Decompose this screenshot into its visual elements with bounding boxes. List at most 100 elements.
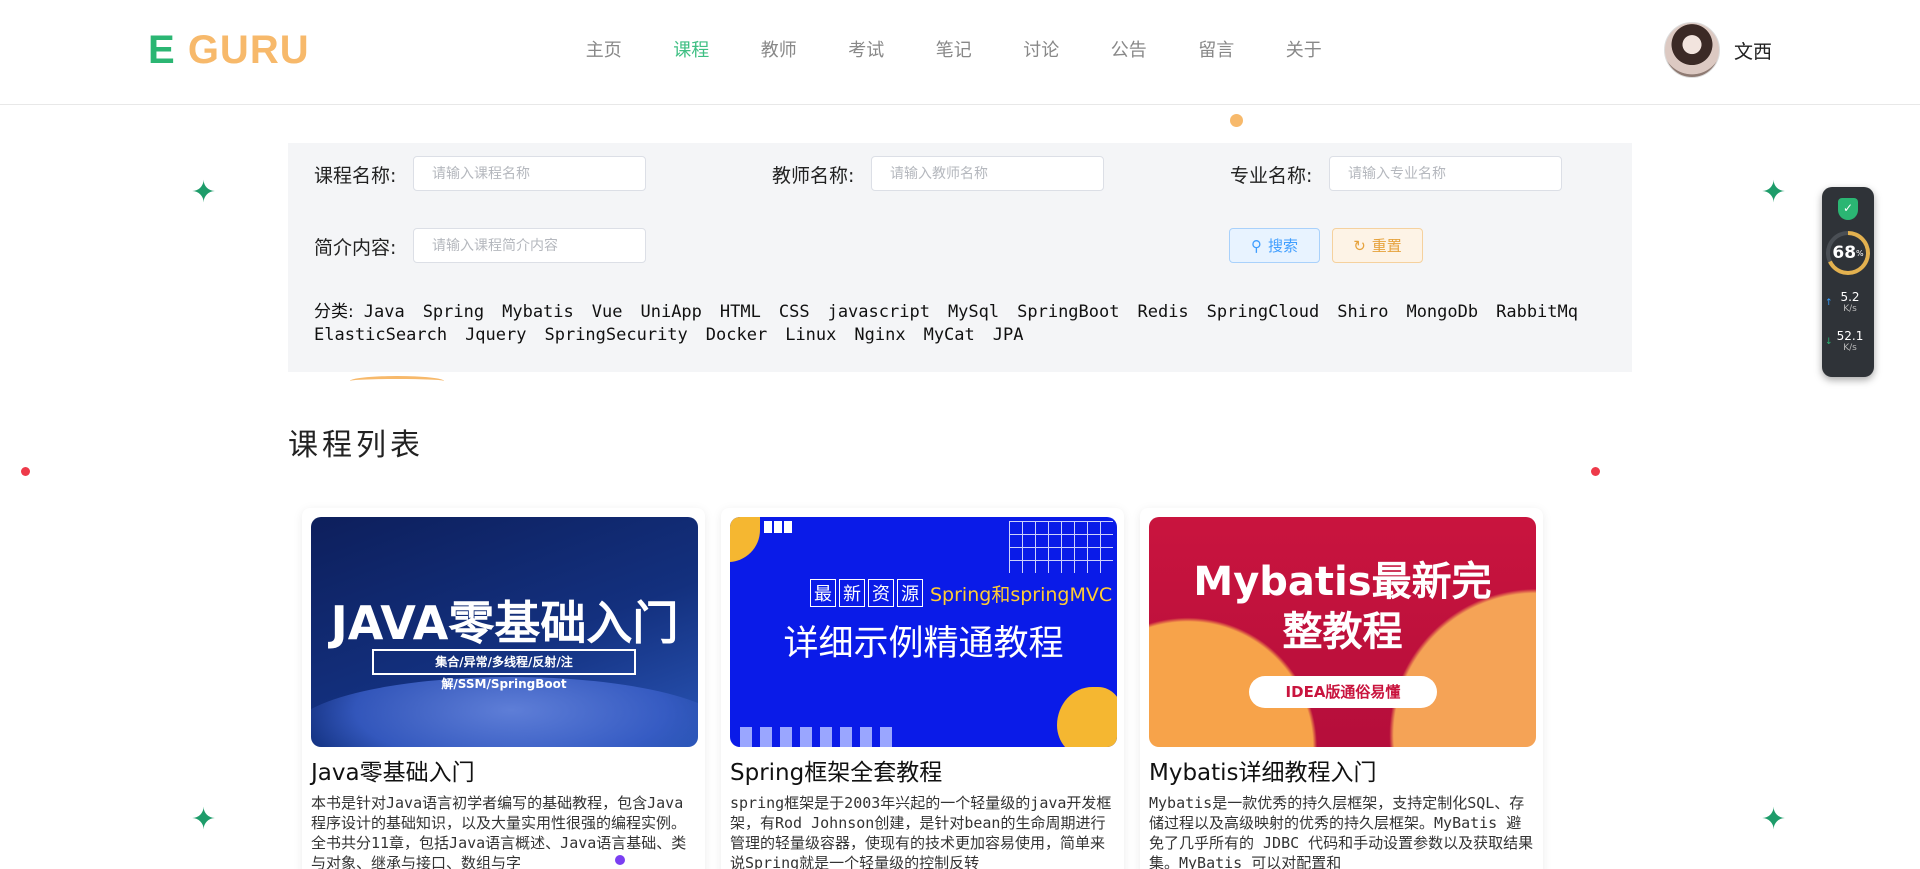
intro-content-label: 简介内容: <box>314 237 397 259</box>
logo-guru: GURU <box>187 28 310 72</box>
course-cover-mybatis[interactable]: Mybatis最新完整教程 IDEA版通俗易懂 <box>1149 517 1536 747</box>
cover-blob-decor-2 <box>1057 687 1117 747</box>
category-springsecurity[interactable]: SpringSecurity <box>544 325 687 345</box>
category-rabbitmq[interactable]: RabbitMq <box>1496 302 1578 322</box>
cover-title: 详细示例精通教程 <box>783 624 1064 664</box>
top-header: E GURU 主页 课程 教师 考试 笔记 讨论 公告 留言 关于 文西 <box>0 0 1920 105</box>
category-vue[interactable]: Vue <box>592 302 623 322</box>
course-title[interactable]: Java零基础入门 <box>311 753 696 787</box>
cover-blob-decor <box>730 517 760 562</box>
shield-check-icon: ✓ <box>1838 198 1858 220</box>
course-card-spring[interactable]: 最 新 资 源 Spring和springMVC 详细示例精通教程 Spring… <box>721 508 1124 869</box>
search-panel: 课程名称: 教师名称: 专业名称: 简介内容: ⚲ 搜索 ↻ 重置 分类: Jav… <box>288 143 1632 372</box>
category-springboot[interactable]: SpringBoot <box>1017 302 1119 322</box>
category-nginx[interactable]: Nginx <box>854 325 905 345</box>
download-speed: 52.1 K/s <box>1828 330 1872 354</box>
category-elasticsearch[interactable]: ElasticSearch <box>314 325 447 345</box>
main-nav: 主页 课程 教师 考试 笔记 讨论 公告 留言 关于 <box>560 36 1348 62</box>
category-spring[interactable]: Spring <box>423 302 484 322</box>
nav-teachers[interactable]: 教师 <box>735 36 823 62</box>
cover-tag: 最 新 资 源 Spring和springMVC <box>810 579 1112 607</box>
cover-pill: IDEA版通俗易懂 <box>1249 676 1437 708</box>
course-description: Mybatis是一款优秀的持久层框架，支持定制化SQL、存储过程以及高级映射的优… <box>1149 794 1534 869</box>
category-mongodb[interactable]: MongoDb <box>1406 302 1478 322</box>
category-javascript[interactable]: javascript <box>828 302 930 322</box>
nav-messages[interactable]: 留言 <box>1173 36 1261 62</box>
category-springcloud[interactable]: SpringCloud <box>1207 302 1320 322</box>
course-name-label: 课程名称: <box>314 165 397 187</box>
course-cover-java[interactable]: JAVA零基础入门 集合/异常/多线程/反射/注解/SSM/SpringBoot <box>311 517 698 747</box>
reset-button[interactable]: ↻ 重置 <box>1332 228 1423 263</box>
decor-dot-red <box>21 467 30 476</box>
cover-box-4: 源 <box>897 579 923 607</box>
course-card-mybatis[interactable]: Mybatis最新完整教程 IDEA版通俗易懂 Mybatis详细教程入门 My… <box>1140 508 1543 869</box>
category-java[interactable]: Java <box>364 302 405 322</box>
search-icon: ⚲ <box>1250 236 1262 255</box>
nav-courses[interactable]: 课程 <box>648 36 736 62</box>
category-docker[interactable]: Docker <box>706 325 767 345</box>
cover-grid-decor <box>1009 521 1113 573</box>
user-menu[interactable]: 文西 <box>1664 22 1772 78</box>
section-title: 课程列表 <box>288 428 424 463</box>
course-cover-spring[interactable]: 最 新 资 源 Spring和springMVC 详细示例精通教程 <box>730 517 1117 747</box>
cover-subtitle: 集合/异常/多线程/反射/注解/SSM/SpringBoot <box>372 649 636 691</box>
teacher-name-input[interactable] <box>871 156 1104 191</box>
teacher-name-label: 教师名称: <box>772 165 855 187</box>
cover-tag-text: Spring和springMVC <box>930 583 1113 606</box>
sparkle-icon: ✦ <box>1761 175 1787 210</box>
upload-speed-value: 5.2 <box>1840 290 1860 304</box>
usage-percent: 68% <box>1830 235 1866 271</box>
decor-dot-red <box>1591 467 1600 476</box>
nav-notes[interactable]: 笔记 <box>910 36 998 62</box>
category-jquery[interactable]: Jquery <box>465 325 526 345</box>
nav-discussion[interactable]: 讨论 <box>998 36 1086 62</box>
download-speed-unit: K/s <box>1843 343 1857 353</box>
cover-title: JAVA零基础入门 <box>330 596 679 650</box>
category-uniapp[interactable]: UniApp <box>640 302 701 322</box>
decor-underline <box>350 376 444 386</box>
course-name-input[interactable] <box>413 156 646 191</box>
nav-announcements[interactable]: 公告 <box>1085 36 1173 62</box>
course-description: spring框架是于2003年兴起的一个轻量级的java开发框架，有Rod Jo… <box>730 794 1112 869</box>
category-label: 分类: <box>314 302 354 322</box>
nav-about[interactable]: 关于 <box>1260 36 1348 62</box>
usage-percent-unit: % <box>1856 248 1864 258</box>
major-name-label: 专业名称: <box>1230 165 1313 187</box>
intro-content-input[interactable] <box>413 228 646 263</box>
category-css[interactable]: CSS <box>779 302 810 322</box>
category-filter: 分类: Java Spring Mybatis Vue UniApp HTML CSS java… <box>314 301 1614 347</box>
category-mybatis[interactable]: Mybatis <box>502 302 574 322</box>
nav-home[interactable]: 主页 <box>560 36 648 62</box>
search-button-label: 搜索 <box>1267 237 1298 255</box>
course-title[interactable]: Spring框架全套教程 <box>730 753 1115 787</box>
cover-box-2: 新 <box>839 579 865 607</box>
course-card-java[interactable]: JAVA零基础入门 集合/异常/多线程/反射/注解/SSM/SpringBoot… <box>302 508 705 869</box>
sparkle-icon: ✦ <box>191 175 217 210</box>
usage-ring: 68% <box>1826 231 1870 275</box>
category-jpa[interactable]: JPA <box>993 325 1024 345</box>
network-monitor-widget[interactable]: ✓ 68% ↑ 5.2 K/s ↓ 52.1 K/s <box>1822 187 1874 377</box>
category-redis[interactable]: Redis <box>1137 302 1188 322</box>
category-shiro[interactable]: Shiro <box>1337 302 1388 322</box>
user-name[interactable]: 文西 <box>1734 37 1772 64</box>
category-html[interactable]: HTML <box>720 302 761 322</box>
decor-dot-orange <box>1230 114 1243 127</box>
major-name-input[interactable] <box>1329 156 1562 191</box>
sparkle-icon: ✦ <box>1761 802 1787 837</box>
search-button[interactable]: ⚲ 搜索 <box>1229 228 1320 263</box>
sparkle-icon: ✦ <box>191 802 217 837</box>
download-speed-value: 52.1 <box>1836 329 1864 343</box>
decor-dot-purple <box>615 855 625 865</box>
category-mysql[interactable]: MySql <box>948 302 999 322</box>
reset-button-label: 重置 <box>1371 237 1402 255</box>
avatar[interactable] <box>1664 22 1720 78</box>
cover-title-text: Mybatis最新完整教程 <box>1193 559 1492 655</box>
course-title[interactable]: Mybatis详细教程入门 <box>1149 753 1534 787</box>
logo[interactable]: E GURU <box>148 28 310 73</box>
category-linux[interactable]: Linux <box>785 325 836 345</box>
upload-speed: 5.2 K/s <box>1828 291 1872 315</box>
logo-e: E <box>148 28 176 72</box>
nav-exams[interactable]: 考试 <box>823 36 911 62</box>
category-mycat[interactable]: MyCat <box>924 325 975 345</box>
cover-squares-decor <box>764 521 794 533</box>
